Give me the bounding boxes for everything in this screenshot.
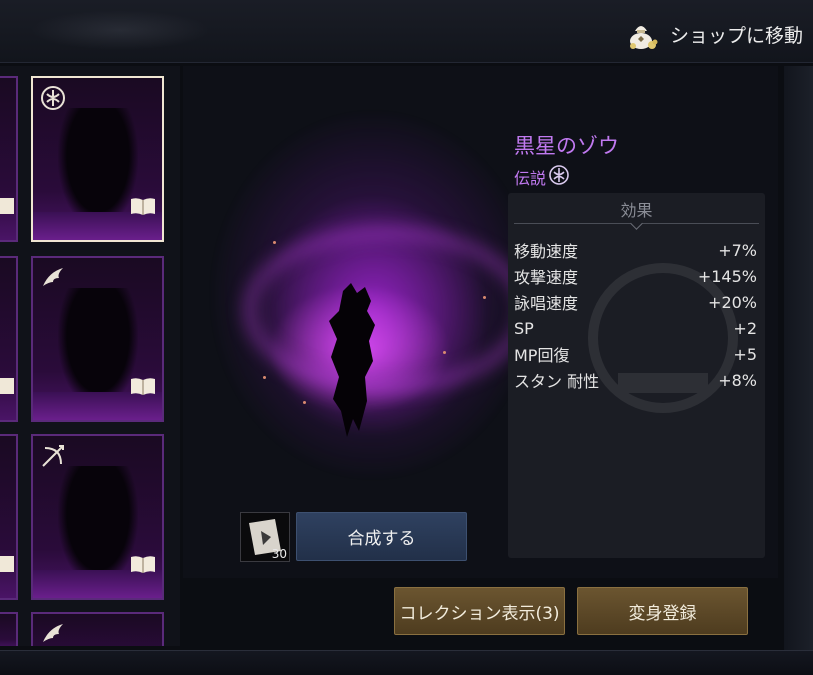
book-icon [130, 376, 156, 396]
card-floor [33, 392, 162, 420]
monster-name: 黒星のゾウ [514, 134, 619, 158]
book-icon [130, 196, 156, 216]
book-icon [0, 554, 14, 574]
collection-card-partial[interactable] [0, 434, 18, 600]
stat-value: +2 [733, 318, 757, 338]
bottom-bar [0, 650, 813, 675]
rarity-label: 伝説 [514, 169, 547, 188]
feather-wing-icon [39, 620, 67, 646]
spark-particle [263, 376, 266, 379]
monster-silhouette-large [329, 283, 375, 437]
stat-value: +8% [718, 370, 757, 390]
stat-label: 移動速度 [514, 242, 579, 261]
monster-detail-panel: 黒星のゾウ 伝説 効果 移動速度 +7% 攻撃速度 +145% 詠唱速度 +20… [183, 66, 778, 578]
stat-row: 攻撃速度 +145% [514, 263, 757, 289]
stat-value: +20% [708, 292, 757, 312]
book-icon [0, 196, 14, 216]
feather-wing-icon [39, 264, 67, 292]
stat-value: +145% [697, 266, 757, 286]
spark-particle [303, 401, 306, 404]
collection-card[interactable] [31, 434, 164, 600]
legendary-emblem-icon [548, 164, 570, 190]
monster-silhouette [58, 108, 138, 228]
spark-particle [483, 296, 486, 299]
stat-row: スタン 耐性 +8% [514, 367, 757, 393]
money-bag-icon [626, 17, 660, 51]
monster-silhouette [58, 288, 138, 408]
bow-icon [39, 442, 67, 470]
collection-card-list[interactable] [0, 66, 180, 646]
emblem-icon [39, 84, 67, 112]
stat-label: SP [514, 318, 534, 338]
collection-card-selected[interactable] [31, 76, 164, 242]
monster-silhouette [58, 466, 138, 586]
spark-particle [273, 241, 276, 244]
effects-panel: 効果 移動速度 +7% 攻撃速度 +145% 詠唱速度 +20% SP +2 M… [508, 193, 765, 558]
spark-particle [443, 351, 446, 354]
header-fog-decoration [30, 10, 210, 50]
shop-button-label: ショップに移動 [669, 24, 803, 47]
collection-card-partial[interactable] [0, 612, 18, 646]
card-floor [33, 212, 162, 240]
stat-label: 攻撃速度 [514, 268, 579, 287]
top-bar: ショップに移動 [0, 0, 813, 63]
collection-card-partial[interactable] [0, 76, 18, 242]
stat-row: MP回復 +5 [514, 341, 757, 367]
collection-card[interactable] [31, 612, 164, 646]
monster-rarity: 伝説 [514, 164, 570, 190]
synthesize-button[interactable]: 合成する [296, 512, 467, 561]
collection-card-partial[interactable] [0, 256, 18, 422]
stat-label: MP回復 [514, 346, 570, 365]
collection-card[interactable] [31, 256, 164, 422]
synthesis-material-slot[interactable]: 30 [240, 512, 290, 562]
show-collection-button[interactable]: コレクション表示(3) [394, 587, 565, 635]
book-icon [130, 554, 156, 574]
stat-value: +5 [733, 344, 757, 364]
right-frame-border [784, 66, 813, 650]
material-count: 30 [271, 547, 287, 561]
stat-row: 移動速度 +7% [514, 237, 757, 263]
stat-label: スタン 耐性 [514, 372, 600, 391]
book-icon [0, 376, 14, 396]
stat-row: 詠唱速度 +20% [514, 289, 757, 315]
stat-label: 詠唱速度 [514, 294, 579, 313]
card-floor [33, 570, 162, 598]
stat-row: SP +2 [514, 315, 757, 341]
go-to-shop-button[interactable]: ショップに移動 [593, 16, 803, 52]
stat-value: +7% [718, 240, 757, 260]
register-transform-button[interactable]: 変身登録 [577, 587, 748, 635]
